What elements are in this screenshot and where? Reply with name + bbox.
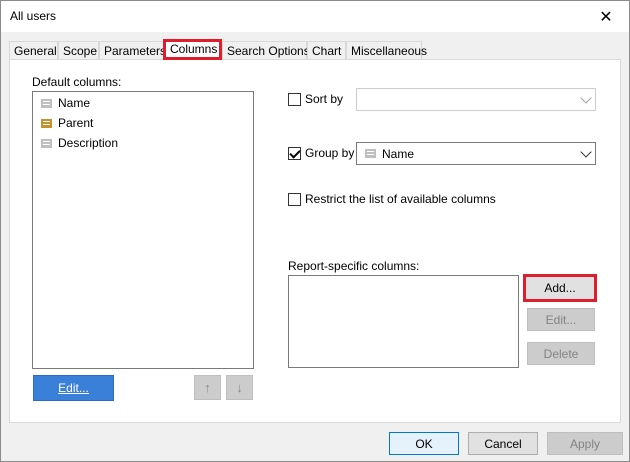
parent-column-icon bbox=[41, 118, 52, 128]
move-down-button[interactable]: ↓ bbox=[226, 375, 253, 400]
restrict-columns-label: Restrict the list of available columns bbox=[305, 192, 496, 206]
group-by-label: Group by bbox=[305, 146, 355, 160]
report-columns-list[interactable] bbox=[288, 275, 519, 368]
apply-label: Apply bbox=[569, 436, 601, 451]
arrow-down-icon: ↓ bbox=[236, 380, 243, 395]
add-column-button[interactable]: Add... bbox=[523, 274, 597, 302]
list-item-label: Description bbox=[58, 136, 119, 150]
add-column-label: Add... bbox=[544, 281, 576, 295]
list-item-label: Name bbox=[58, 96, 91, 110]
move-up-button[interactable]: ↑ bbox=[194, 375, 221, 400]
column-icon bbox=[41, 98, 52, 108]
apply-button[interactable]: Apply bbox=[547, 432, 623, 455]
delete-report-column-label: Delete bbox=[543, 346, 579, 361]
edit-report-column-label: Edit... bbox=[545, 312, 577, 327]
tab-miscellaneous[interactable]: Miscellaneous bbox=[346, 41, 427, 60]
delete-report-column-button[interactable]: Delete bbox=[527, 342, 595, 365]
tab-parameters[interactable]: Parameters bbox=[99, 41, 166, 60]
cancel-label: Cancel bbox=[484, 436, 522, 451]
sort-by-checkbox[interactable] bbox=[288, 93, 301, 106]
group-by-checkbox[interactable] bbox=[288, 147, 301, 160]
group-by-selected: Name bbox=[365, 143, 414, 164]
list-item-label: Parent bbox=[58, 116, 94, 130]
list-item[interactable]: Name bbox=[41, 95, 90, 111]
tab-scope[interactable]: Scope bbox=[58, 41, 99, 60]
ok-label: OK bbox=[415, 436, 433, 451]
close-icon[interactable]: ✕ bbox=[583, 1, 629, 32]
sort-by-select[interactable] bbox=[356, 88, 596, 111]
arrow-up-icon: ↑ bbox=[204, 380, 211, 395]
columns-panel: Default columns: Name Parent Description… bbox=[9, 59, 621, 423]
window-title: All users bbox=[10, 9, 57, 23]
default-columns-list[interactable]: Name Parent Description bbox=[32, 91, 254, 369]
column-icon bbox=[41, 138, 52, 148]
tab-search-options[interactable]: Search Options bbox=[222, 41, 310, 60]
list-item[interactable]: Description bbox=[41, 135, 118, 151]
chevron-down-icon bbox=[580, 92, 592, 104]
tab-general[interactable]: General bbox=[9, 41, 58, 60]
default-columns-label: Default columns: bbox=[32, 75, 121, 89]
cancel-button[interactable]: Cancel bbox=[468, 432, 538, 455]
chevron-down-icon bbox=[580, 146, 592, 158]
edit-default-columns-label: Edit... bbox=[58, 381, 89, 395]
edit-default-columns-button[interactable]: Edit... bbox=[33, 375, 114, 401]
dialog-window: All users ✕ General Scope Parameters Col… bbox=[0, 0, 630, 462]
tab-chart[interactable]: Chart bbox=[307, 41, 346, 60]
default-columns-label-text: Default columns: bbox=[32, 75, 122, 89]
restrict-columns-checkbox[interactable] bbox=[288, 193, 301, 206]
column-icon bbox=[365, 149, 376, 158]
title-bar[interactable]: All users ✕ bbox=[1, 1, 629, 32]
edit-report-column-button[interactable]: Edit... bbox=[527, 308, 595, 331]
group-by-select[interactable]: Name bbox=[356, 142, 596, 165]
list-item[interactable]: Parent bbox=[41, 115, 93, 131]
ok-button[interactable]: OK bbox=[389, 432, 459, 455]
sort-by-label: Sort by bbox=[305, 92, 344, 106]
group-by-value: Name bbox=[382, 146, 415, 161]
tab-columns[interactable]: Columns bbox=[163, 39, 222, 60]
report-columns-label: Report-specific columns: bbox=[288, 259, 420, 273]
